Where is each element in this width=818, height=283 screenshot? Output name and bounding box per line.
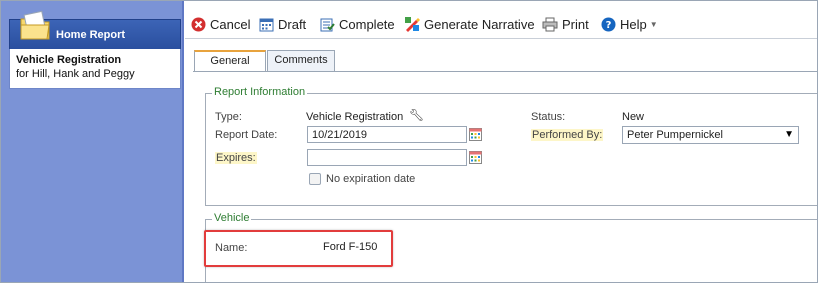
type-value: Vehicle Registration — [306, 111, 404, 123]
app-window: Home Report Vehicle Registration for Hil… — [0, 0, 818, 283]
complete-label: Complete — [339, 16, 395, 32]
calendar-icon[interactable] — [469, 151, 482, 164]
narrative-icon — [405, 17, 420, 32]
type-label: Type: — [215, 111, 242, 123]
wrench-icon[interactable]: 🔧︎ — [409, 108, 424, 122]
vehicle-legend: Vehicle — [212, 212, 252, 224]
tab-comments-label: Comments — [274, 54, 328, 66]
report-date-input[interactable] — [307, 126, 467, 143]
help-menu[interactable]: ? Help ▼ — [601, 15, 658, 33]
performed-by-value: Peter Pumpernickel — [627, 129, 723, 141]
left-panel: Home Report Vehicle Registration for Hil… — [1, 1, 184, 282]
status-value: New — [622, 111, 645, 123]
home-report-header[interactable]: Home Report — [9, 10, 181, 49]
printer-icon — [542, 17, 558, 31]
report-content: General Comments Report Information Type… — [185, 40, 817, 282]
dropdown-arrow-icon: ▼ — [784, 129, 794, 140]
report-date-label: Report Date: — [215, 129, 278, 141]
cancel-button[interactable]: Cancel — [191, 15, 250, 33]
help-label: Help — [620, 16, 647, 32]
print-label: Print — [562, 16, 589, 32]
generate-narrative-label: Generate Narrative — [424, 16, 535, 32]
home-report-card[interactable]: Vehicle Registration for Hill, Hank and … — [9, 49, 181, 89]
svg-text:?: ? — [606, 20, 612, 31]
tab-divider — [193, 71, 817, 72]
help-icon: ? — [601, 17, 616, 31]
cancel-label: Cancel — [210, 16, 251, 32]
folder-report-icon — [20, 10, 50, 40]
draft-button[interactable]: Draft — [259, 15, 306, 33]
draft-label: Draft — [278, 16, 307, 32]
expires-input[interactable] — [307, 149, 467, 166]
calendar-draft-icon — [259, 18, 274, 31]
performed-by-select[interactable]: Peter Pumpernickel ▼ — [622, 126, 799, 144]
tab-general-label: General — [210, 55, 250, 67]
home-report-title: Home Report — [56, 29, 126, 41]
report-information-legend: Report Information — [212, 86, 308, 98]
chevron-down-icon: ▼ — [649, 19, 658, 29]
cancel-icon — [191, 17, 206, 31]
report-information-section: Report Information Type: Vehicle Registr… — [205, 86, 817, 206]
print-button[interactable]: Print — [542, 15, 589, 33]
generate-narrative-button[interactable]: Generate Narrative — [404, 15, 535, 33]
highlight-box — [204, 230, 393, 267]
calendar-icon[interactable] — [469, 128, 482, 141]
tab-comments[interactable]: Comments — [267, 50, 335, 71]
no-expiration-label: No expiration date — [326, 173, 416, 185]
report-name: Vehicle Registration — [16, 54, 122, 66]
toolbar: Cancel Draft Complete Generate Narrative… — [185, 7, 817, 39]
performed-by-label: Performed By: — [531, 129, 604, 141]
status-label: Status: — [531, 111, 566, 123]
expires-label: Expires: — [215, 152, 257, 164]
complete-icon — [320, 18, 335, 31]
no-expiration-checkbox[interactable] — [309, 173, 321, 185]
report-subject: for Hill, Hank and Peggy — [16, 68, 135, 80]
complete-button[interactable]: Complete — [320, 15, 395, 33]
tab-general[interactable]: General — [194, 50, 266, 72]
